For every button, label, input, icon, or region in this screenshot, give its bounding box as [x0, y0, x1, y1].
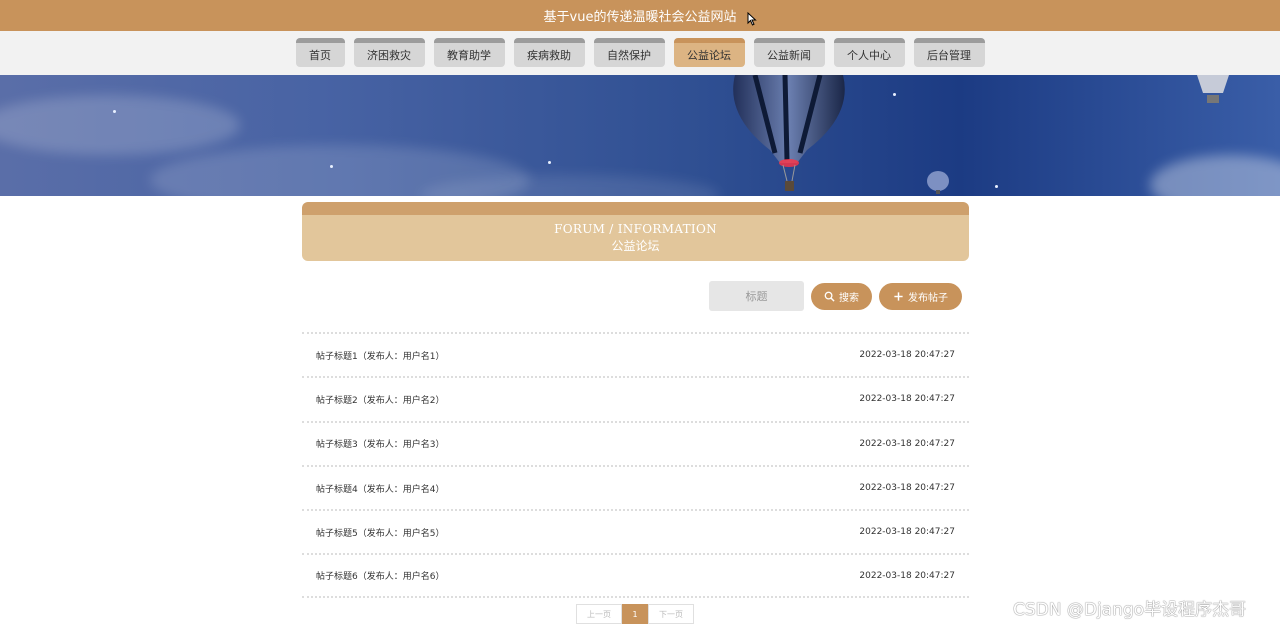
pagination: 上一页 1 下一页	[576, 604, 694, 624]
nav-label: 教育助学	[447, 49, 491, 62]
forum-post-row[interactable]: 帖子标题4（发布人：用户名4） 2022-03-18 20:47:27	[302, 464, 969, 509]
forum-post-row[interactable]: 帖子标题5（发布人：用户名5） 2022-03-18 20:47:27	[302, 509, 969, 553]
small-balloon-icon	[927, 171, 949, 194]
forum-post-row[interactable]: 帖子标题2（发布人：用户名2） 2022-03-18 20:47:27	[302, 376, 969, 420]
post-time: 2022-03-18 20:47:27	[859, 570, 955, 581]
post-time: 2022-03-18 20:47:27	[859, 394, 955, 405]
search-button[interactable]: 搜索	[811, 283, 872, 310]
nav-forum[interactable]: 公益论坛	[673, 38, 745, 67]
nav-education[interactable]: 教育助学	[433, 38, 505, 67]
post-time: 2022-03-18 20:47:27	[859, 483, 955, 494]
nav-label: 自然保护	[607, 49, 651, 62]
nav-label: 济困救灾	[367, 49, 411, 62]
small-balloon-icon	[1197, 75, 1229, 103]
post-title: 帖子标题4（发布人：用户名4）	[316, 484, 445, 495]
add-post-button[interactable]: 发布帖子	[879, 283, 962, 310]
post-title: 帖子标题3（发布人：用户名3）	[316, 440, 445, 451]
section-title-en: FORUM / INFORMATION	[554, 222, 717, 236]
mouse-cursor-icon	[747, 12, 757, 26]
nav-label: 个人中心	[847, 49, 891, 62]
nav-nature[interactable]: 自然保护	[593, 38, 665, 67]
nav-disease-aid[interactable]: 疾病救助	[513, 38, 585, 67]
hero-banner	[0, 75, 1280, 196]
add-post-button-label: 发布帖子	[908, 293, 948, 304]
watermark: CSDN @Django毕设程序杰哥	[1013, 600, 1247, 620]
nav-relief[interactable]: 济困救灾	[353, 38, 425, 67]
page-number-button[interactable]: 1	[622, 604, 648, 624]
site-title: 基于vue的传递温暖社会公益网站	[543, 10, 737, 25]
nav-label: 后台管理	[927, 49, 971, 62]
nav-label: 疾病救助	[527, 49, 571, 62]
plus-icon	[894, 292, 903, 301]
top-title-bar: 基于vue的传递温暖社会公益网站	[0, 0, 1280, 31]
post-title: 帖子标题5（发布人：用户名5）	[316, 528, 445, 539]
section-header-band	[302, 202, 969, 215]
post-title: 帖子标题6（发布人：用户名6）	[316, 572, 445, 583]
next-page-button[interactable]: 下一页	[648, 604, 694, 624]
prev-page-button[interactable]: 上一页	[576, 604, 622, 624]
nav-profile[interactable]: 个人中心	[833, 38, 905, 67]
post-title: 帖子标题1（发布人：用户名1）	[316, 351, 445, 362]
nav-news[interactable]: 公益新闻	[753, 38, 825, 67]
search-button-label: 搜索	[839, 293, 859, 304]
search-icon	[824, 291, 835, 302]
hot-air-balloon-icon	[733, 75, 845, 191]
forum-post-row[interactable]: 帖子标题6（发布人：用户名6） 2022-03-18 20:47:27	[302, 553, 969, 598]
post-time: 2022-03-18 20:47:27	[859, 438, 955, 449]
nav-admin[interactable]: 后台管理	[913, 38, 985, 67]
section-header-body: FORUM / INFORMATION 公益论坛	[302, 215, 969, 261]
section-header: FORUM / INFORMATION 公益论坛	[302, 202, 969, 261]
forum-post-row[interactable]: 帖子标题1（发布人：用户名1） 2022-03-18 20:47:27	[302, 332, 969, 376]
nav-label: 公益论坛	[687, 49, 731, 62]
post-time: 2022-03-18 20:47:27	[859, 527, 955, 538]
nav-label: 首页	[309, 49, 331, 62]
nav-home[interactable]: 首页	[295, 38, 345, 67]
nav-label: 公益新闻	[767, 49, 811, 62]
title-search-input[interactable]	[709, 281, 804, 311]
forum-post-row[interactable]: 帖子标题3（发布人：用户名3） 2022-03-18 20:47:27	[302, 420, 969, 465]
forum-post-list: 帖子标题1（发布人：用户名1） 2022-03-18 20:47:27 帖子标题…	[302, 332, 969, 598]
post-title: 帖子标题2（发布人：用户名2）	[316, 395, 445, 406]
section-title-cn: 公益论坛	[611, 239, 660, 253]
main-nav: 首页 济困救灾 教育助学 疾病救助 自然保护 公益论坛 公益新闻 个人中心 后台…	[0, 31, 1280, 75]
post-time: 2022-03-18 20:47:27	[859, 350, 955, 361]
